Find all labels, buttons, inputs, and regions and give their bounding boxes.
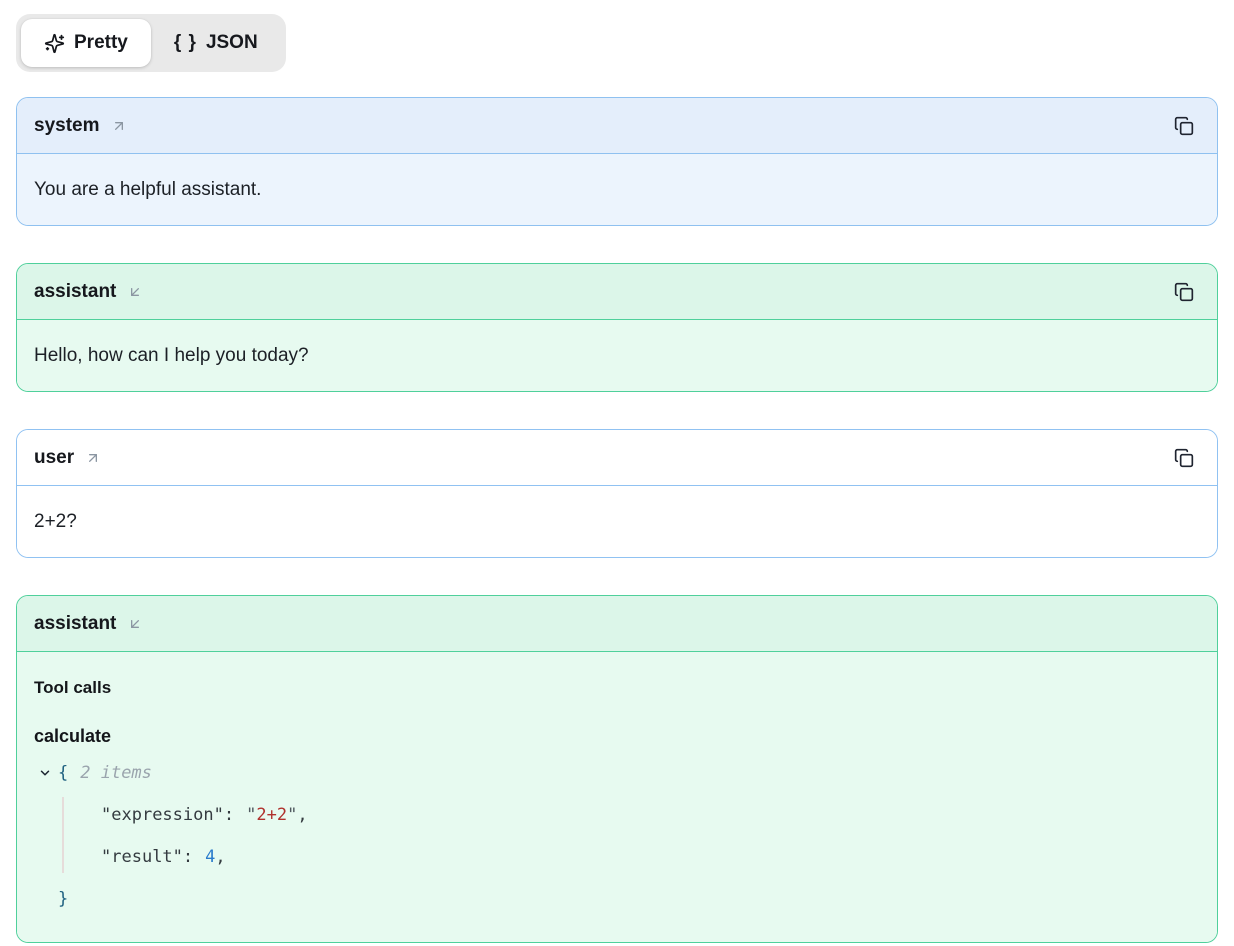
role-label: assistant — [34, 613, 116, 635]
json-entry-result: "result":4, — [38, 836, 1200, 878]
message-card-system: system You are a helpful assistant. — [16, 97, 1218, 226]
role-label: system — [34, 115, 100, 137]
view-mode-toggle: Pretty { } JSON — [16, 14, 286, 72]
json-number-value: 4 — [205, 844, 215, 871]
message-card-user: user 2+2? — [16, 429, 1218, 558]
json-close-row: } — [38, 878, 1200, 920]
copy-icon — [1174, 448, 1194, 468]
copy-button[interactable] — [1172, 446, 1196, 470]
tab-pretty[interactable]: Pretty — [21, 19, 151, 67]
json-entries: "expression":"2+2", "result":4, — [38, 794, 1200, 878]
json-string-value: 2+2 — [256, 802, 287, 829]
json-tab-label: JSON — [206, 32, 258, 54]
pretty-tab-label: Pretty — [74, 32, 128, 54]
arrow-down-left-icon — [127, 284, 143, 300]
message-content: You are a helpful assistant. — [17, 154, 1217, 225]
json-key: expression — [111, 805, 213, 825]
items-count-label: 2 items — [80, 760, 152, 787]
arrow-up-right-icon — [111, 118, 127, 134]
message-content: 2+2? — [17, 486, 1217, 557]
tool-name: calculate — [34, 723, 1200, 750]
close-brace: } — [58, 886, 68, 913]
collapse-chevron-icon[interactable] — [38, 766, 52, 780]
message-card-assistant-tool-call: assistant Tool calls calculate { 2 items… — [16, 595, 1218, 943]
arrow-down-left-icon — [127, 616, 143, 632]
role-label: assistant — [34, 281, 116, 303]
json-root-row: { 2 items — [38, 752, 1200, 794]
copy-button[interactable] — [1172, 280, 1196, 304]
open-brace: { — [58, 760, 68, 787]
message-content: Hello, how can I help you today? — [17, 320, 1217, 391]
message-header: system — [17, 98, 1217, 154]
role-label: user — [34, 447, 74, 469]
copy-icon — [1174, 282, 1194, 302]
copy-button[interactable] — [1172, 114, 1196, 138]
json-entry-expression: "expression":"2+2", — [38, 794, 1200, 836]
tool-calls-section: Tool calls calculate { 2 items "expressi… — [17, 652, 1217, 942]
tab-json[interactable]: { } JSON — [151, 19, 281, 67]
message-header: assistant — [17, 596, 1217, 652]
tool-calls-heading: Tool calls — [34, 674, 1200, 701]
message-card-assistant: assistant Hello, how can I help you toda… — [16, 263, 1218, 392]
sparkles-icon — [44, 33, 65, 54]
curly-braces-icon: { } — [174, 32, 197, 54]
copy-icon — [1174, 116, 1194, 136]
tool-args-json-viewer: { 2 items "expression":"2+2", "result":4… — [38, 752, 1200, 920]
json-key: result — [111, 847, 172, 867]
arrow-up-right-icon — [85, 450, 101, 466]
message-header: assistant — [17, 264, 1217, 320]
message-header: user — [17, 430, 1217, 486]
